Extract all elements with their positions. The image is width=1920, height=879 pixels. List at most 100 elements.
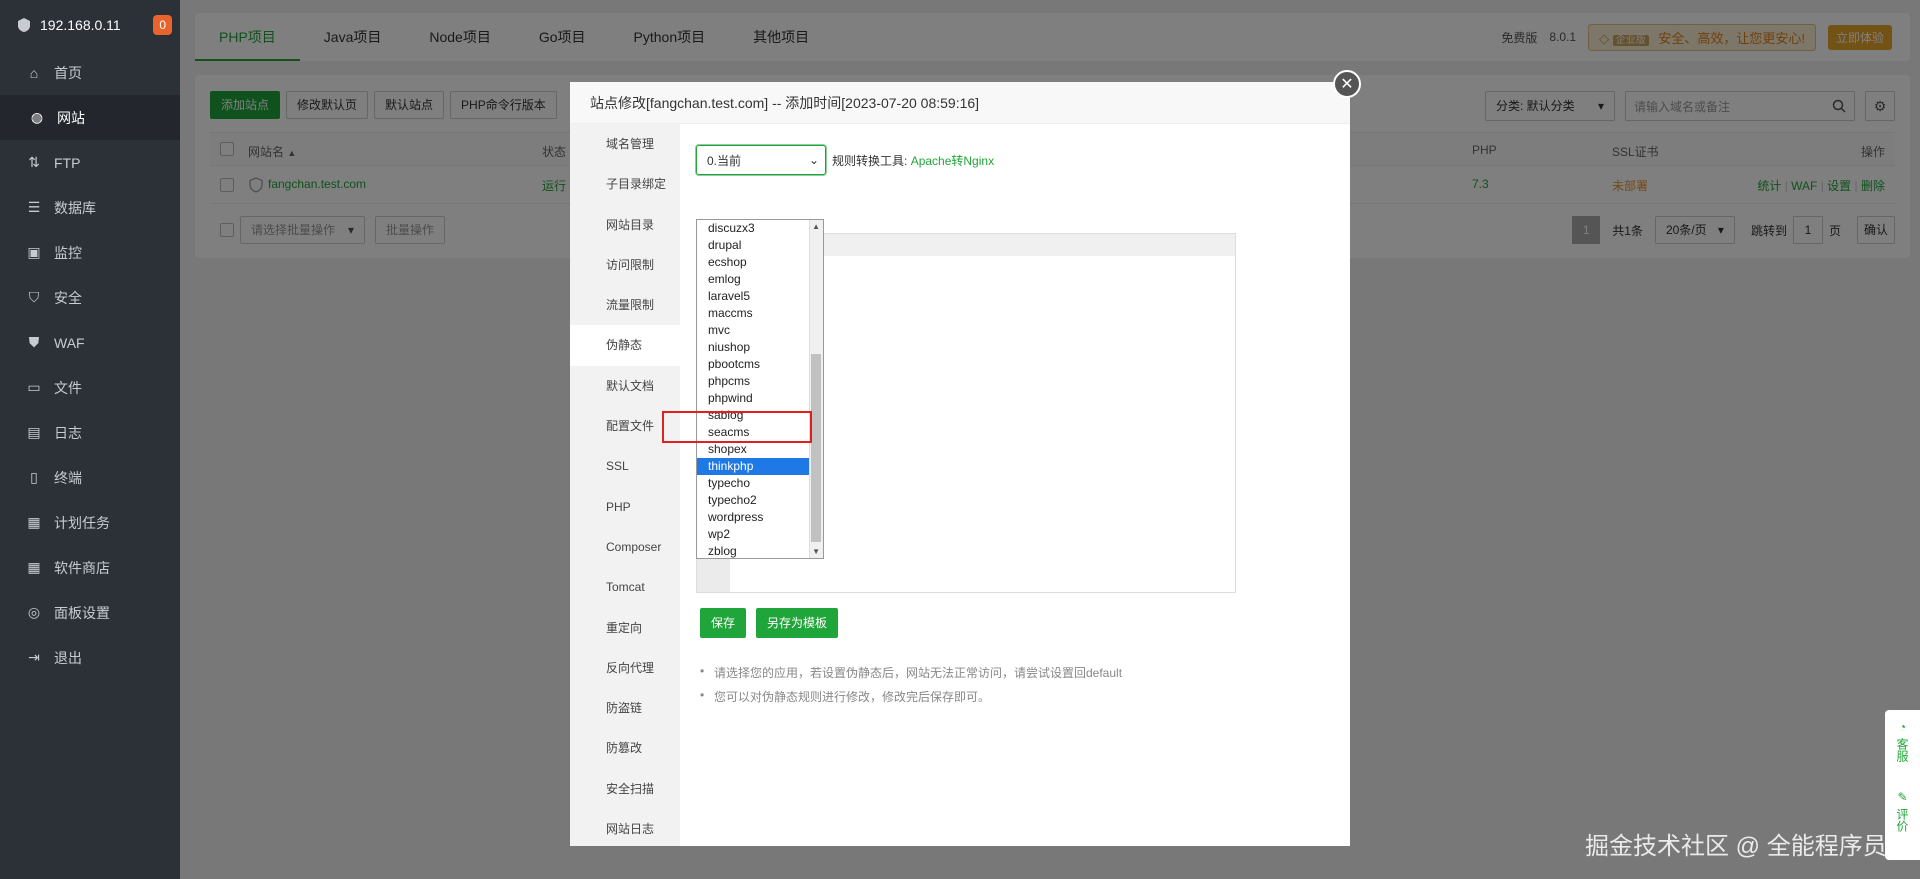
- sidebar-item-11[interactable]: ▦ 软件商店: [0, 545, 180, 590]
- modal-menu-item-6[interactable]: 默认文档: [570, 366, 680, 406]
- dropdown-option[interactable]: zblog: [697, 543, 823, 558]
- customer-service-button[interactable]: ◔ 客服: [1885, 710, 1920, 762]
- modal-menu-item-16[interactable]: 安全扫描: [570, 769, 680, 809]
- sidebar-item-label: 首页: [54, 64, 82, 81]
- sidebar-item-label: 软件商店: [54, 559, 110, 576]
- dropdown-option[interactable]: niushop: [697, 339, 823, 356]
- waf-icon: ⛊: [28, 334, 40, 350]
- sidebar-item-10[interactable]: ▦ 计划任务: [0, 500, 180, 545]
- rewrite-panel: 0.当前 ⌄ 规则转换工具: Apache转Nginx discuzx3 drup…: [680, 124, 1350, 846]
- logout-icon: ⇥: [28, 649, 40, 665]
- modal-menu-item-8[interactable]: SSL: [570, 446, 680, 486]
- dropdown-option[interactable]: phpwind: [697, 390, 823, 407]
- sidebar-item-label: 文件: [54, 379, 82, 396]
- sidebar-item-0[interactable]: ⌂ 首页: [0, 50, 180, 95]
- sidebar-item-13[interactable]: ⇥ 退出: [0, 635, 180, 680]
- globe-icon: ◍: [30, 109, 44, 125]
- sidebar-item-4[interactable]: ▣ 监控: [0, 230, 180, 275]
- review-label: 评价: [1895, 808, 1909, 832]
- dropdown-option[interactable]: drupal: [697, 237, 823, 254]
- modal-menu-item-2[interactable]: 网站目录: [570, 205, 680, 245]
- modal-menu-item-14[interactable]: 防盗链: [570, 688, 680, 728]
- dropdown-option[interactable]: phpcms: [697, 373, 823, 390]
- modal-menu-item-0[interactable]: 域名管理: [570, 124, 680, 164]
- modal-menu-item-17[interactable]: 网站日志: [570, 809, 680, 849]
- sidebar-item-8[interactable]: ▤ 日志: [0, 410, 180, 455]
- dropdown-option[interactable]: typecho2: [697, 492, 823, 509]
- sidebar: 192.168.0.11 0 ⌂ 首页 ◍ 网站 ⇅ FTP ☰ 数据库 ▣ 监控 ⛉ 安全 ⛊ WAF ▭…: [0, 0, 180, 879]
- scroll-up-icon[interactable]: ▲: [812, 222, 820, 231]
- sidebar-item-label: 退出: [54, 649, 82, 666]
- rewrite-tips: 请选择您的应用，若设置伪静态后，网站无法正常访问，请尝试设置回default 您…: [700, 664, 1122, 712]
- modal-menu-item-13[interactable]: 反向代理: [570, 648, 680, 688]
- modal-menu-item-3[interactable]: 访问限制: [570, 245, 680, 285]
- modal-menu-item-1[interactable]: 子目录绑定: [570, 164, 680, 204]
- modal-menu-item-4[interactable]: 流量限制: [570, 285, 680, 325]
- review-button[interactable]: ✎ 评价: [1885, 762, 1920, 832]
- dropdown-option[interactable]: typecho: [697, 475, 823, 492]
- modal-menu: 域名管理 子目录绑定 网站目录 访问限制 流量限制 伪静态 默认文档 配置文件 SSL PHP Co…: [570, 124, 680, 846]
- sidebar-item-label: 日志: [54, 424, 82, 441]
- caret-down-icon: ⌄: [808, 153, 819, 167]
- sidebar-item-3[interactable]: ☰ 数据库: [0, 185, 180, 230]
- modal-close-button[interactable]: ✕: [1333, 70, 1361, 98]
- modal-menu-item-15[interactable]: 防篡改: [570, 728, 680, 768]
- rewrite-template-select[interactable]: 0.当前 ⌄: [696, 145, 826, 175]
- modal-menu-item-12[interactable]: 重定向: [570, 608, 680, 648]
- scrollbar-thumb[interactable]: [811, 354, 821, 542]
- chat-icon: ◔: [1898, 720, 1907, 734]
- sidebar-item-label: 监控: [54, 244, 82, 261]
- dropdown-option[interactable]: pbootcms: [697, 356, 823, 373]
- edit-icon: ✎: [1897, 790, 1908, 804]
- dropdown-option[interactable]: wp2: [697, 526, 823, 543]
- dropdown-option[interactable]: discuzx3: [697, 220, 823, 237]
- dropdown-option[interactable]: thinkphp: [697, 458, 823, 475]
- notification-badge[interactable]: 0: [153, 15, 172, 35]
- highlight-annotation-box: [662, 411, 812, 443]
- calendar-icon: ▦: [27, 514, 41, 530]
- sidebar-item-label: 数据库: [54, 199, 96, 216]
- dropdown-option[interactable]: ecshop: [697, 254, 823, 271]
- rewrite-select-value: 0.当前: [707, 153, 742, 168]
- sidebar-item-6[interactable]: ⛊ WAF: [0, 320, 180, 365]
- sidebar-item-label: 终端: [54, 469, 82, 486]
- sidebar-item-1[interactable]: ◍ 网站: [0, 95, 180, 140]
- log-icon: ▤: [27, 424, 41, 440]
- sidebar-item-5[interactable]: ⛉ 安全: [0, 275, 180, 320]
- dropdown-option[interactable]: shopex: [697, 441, 823, 458]
- dropdown-option[interactable]: emlog: [697, 271, 823, 288]
- terminal-icon: ▯: [30, 469, 38, 485]
- apache-to-nginx-link[interactable]: Apache转Nginx: [911, 154, 994, 168]
- folder-icon: ▭: [27, 379, 41, 395]
- sidebar-item-label: 计划任务: [54, 514, 110, 531]
- save-button[interactable]: 保存: [700, 608, 747, 638]
- tip-item: 您可以对伪静态规则进行修改，修改完后保存即可。: [700, 688, 1122, 705]
- convert-tool: 规则转换工具: Apache转Nginx: [832, 152, 994, 169]
- database-icon: ☰: [27, 199, 41, 215]
- sidebar-item-2[interactable]: ⇅ FTP: [0, 140, 180, 185]
- sidebar-item-12[interactable]: ◎ 面板设置: [0, 590, 180, 635]
- sidebar-item-9[interactable]: ▯ 终端: [0, 455, 180, 500]
- apps-icon: ▦: [27, 559, 41, 575]
- monitor-icon: ▣: [27, 244, 41, 260]
- dropdown-scrollbar[interactable]: ▲ ▼: [809, 220, 823, 558]
- server-ip: 192.168.0.11: [40, 17, 121, 33]
- sidebar-item-label: 安全: [54, 289, 82, 306]
- modal-menu-item-9[interactable]: PHP: [570, 487, 680, 527]
- dropdown-option[interactable]: wordpress: [697, 509, 823, 526]
- shield-icon: ⛉: [28, 289, 40, 305]
- dropdown-option[interactable]: maccms: [697, 305, 823, 322]
- dropdown-option[interactable]: mvc: [697, 322, 823, 339]
- sidebar-item-label: 网站: [57, 109, 85, 126]
- dropdown-option[interactable]: laravel5: [697, 288, 823, 305]
- modal-menu-item-11[interactable]: Tomcat: [570, 567, 680, 607]
- modal-menu-item-10[interactable]: Composer: [570, 527, 680, 567]
- scroll-down-icon[interactable]: ▼: [812, 547, 820, 556]
- sidebar-item-7[interactable]: ▭ 文件: [0, 365, 180, 410]
- modal-menu-item-5[interactable]: 伪静态: [570, 325, 680, 366]
- rewrite-template-dropdown: discuzx3 drupal ecshop emlog laravel5 maccms m…: [696, 219, 824, 559]
- sidebar-item-label: FTP: [54, 154, 81, 171]
- convert-tool-label: 规则转换工具:: [832, 154, 908, 168]
- home-icon: ⌂: [29, 64, 39, 81]
- save-as-template-button[interactable]: 另存为模板: [756, 608, 839, 638]
